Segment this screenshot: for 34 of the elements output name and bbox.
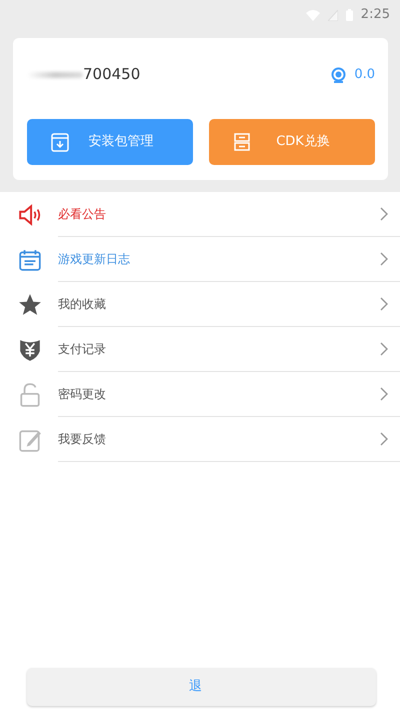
padlock-icon [18, 382, 42, 406]
menu-label: 我的收藏 [58, 296, 106, 313]
redaction-mark [27, 72, 83, 78]
balance: 0.0 [354, 66, 375, 84]
box-icon [51, 132, 69, 152]
username: 700450 [83, 64, 140, 86]
drawer-icon [233, 132, 251, 152]
chevron-icon [380, 432, 388, 446]
menu-item[interactable]: 密码更改 [0, 372, 400, 417]
menu-item[interactable]: 支付记录 [0, 327, 400, 372]
coin-icon [331, 66, 346, 82]
chevron-icon [380, 252, 388, 266]
edit-icon [18, 428, 42, 452]
chevron-icon [380, 387, 388, 401]
chevron-icon [380, 207, 388, 221]
chevron-icon [380, 342, 388, 356]
menu-label: 密码更改 [58, 386, 106, 403]
clock-time: 2:25 [360, 6, 390, 24]
star-icon [18, 292, 42, 316]
chevron-icon [380, 297, 388, 311]
menu-item[interactable]: 游戏更新日志 [0, 237, 400, 282]
signal-icon [328, 10, 338, 20]
menu-item[interactable]: 我的收藏 [0, 282, 400, 327]
menu-label: 必看公告 [58, 206, 106, 223]
menu-label: 我要反馈 [58, 431, 106, 448]
calendar-icon [18, 248, 42, 272]
menu-item[interactable]: 我要反馈 [0, 417, 400, 462]
menu-label: 支付记录 [58, 341, 106, 358]
yen-shield-icon [18, 338, 42, 362]
package-button[interactable]: 安装包管理 [27, 119, 193, 165]
menu-label: 游戏更新日志 [58, 251, 130, 268]
speaker-icon [18, 202, 42, 226]
logout-button[interactable]: 退 [27, 668, 376, 706]
menu-item[interactable]: 必看公告 [0, 192, 400, 237]
